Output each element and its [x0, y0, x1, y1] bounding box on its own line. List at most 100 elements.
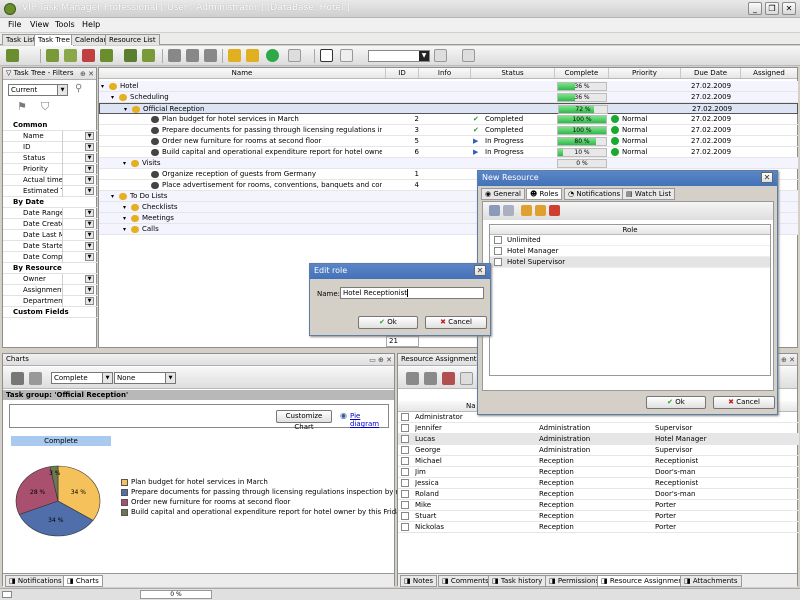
expand-toggle-icon[interactable]: ▾ [123, 213, 126, 224]
col-id[interactable]: ID [386, 68, 419, 78]
maximize-button[interactable]: ❐ [765, 2, 779, 15]
task-group-row[interactable]: ▾ Hotel 36 % 27.02.2009 [99, 81, 798, 92]
delete-task-icon[interactable] [82, 49, 95, 62]
filter-add-icon[interactable]: ⚑ [17, 100, 31, 114]
col-status[interactable]: Status [471, 68, 555, 78]
chevron-down-icon[interactable]: ▼ [85, 143, 94, 151]
tab-task-history[interactable]: ◨ Task history [488, 575, 547, 587]
resource-checkbox[interactable] [401, 523, 409, 531]
expand-toggle-icon[interactable]: ▾ [123, 202, 126, 213]
role-checkbox[interactable] [494, 236, 502, 244]
resource-checkbox[interactable] [401, 490, 409, 498]
delete-role-icon[interactable] [549, 205, 560, 216]
tab-task-tree[interactable]: Task Tree [34, 34, 74, 46]
edit-task-icon[interactable] [64, 49, 77, 62]
menu-view[interactable]: View [30, 20, 49, 29]
expand-toggle-icon[interactable]: ▾ [123, 158, 126, 169]
preview-icon[interactable] [29, 372, 42, 385]
col-complete[interactable]: Complete [555, 68, 609, 78]
resource-row[interactable]: Stuart Reception Porter [398, 511, 799, 522]
filter-field[interactable]: Name ▼ [3, 131, 99, 142]
resource-row[interactable]: Jennifer Administration Supervisor [398, 423, 799, 434]
options-icon[interactable] [462, 49, 475, 62]
filter-apply-icon[interactable]: ⛉ [41, 100, 55, 114]
add-role-icon[interactable] [521, 205, 532, 216]
export-icon[interactable] [434, 49, 447, 62]
close-icon[interactable]: ✕ [761, 172, 773, 183]
resource-row[interactable]: Jessica Reception Receptionist [398, 478, 799, 489]
fit-width-icon[interactable] [320, 49, 333, 62]
filter-field[interactable]: Date Compl ▼ [3, 252, 99, 263]
resource-checkbox[interactable] [401, 468, 409, 476]
tab-permissions[interactable]: ◨ Permissions [545, 575, 604, 587]
role-row[interactable]: Hotel Manager [490, 246, 770, 257]
collapse-icon[interactable] [246, 49, 259, 62]
filter-field[interactable]: Department ▼ [3, 296, 99, 307]
filter-field[interactable]: Priority ▼ [3, 164, 99, 175]
col-info[interactable]: Info [419, 68, 471, 78]
ok-button[interactable]: ✔ Ok [646, 396, 706, 409]
refresh-icon[interactable] [266, 49, 279, 62]
move-icon[interactable] [168, 49, 181, 62]
chevron-down-icon[interactable]: ▼ [85, 165, 94, 173]
move-down-icon[interactable] [204, 49, 217, 62]
filter-field[interactable]: Assignment ▼ [3, 285, 99, 296]
view-icon[interactable] [288, 49, 301, 62]
move-up-icon[interactable] [186, 49, 199, 62]
menu-help[interactable]: Help [82, 20, 100, 29]
resource-checkbox[interactable] [401, 413, 409, 421]
task-group-row[interactable]: ▾ Scheduling 36 % 27.02.2009 [99, 92, 798, 103]
close-button[interactable]: ✕ [782, 2, 796, 15]
menu-file[interactable]: File [8, 20, 21, 29]
resource-checkbox[interactable] [401, 435, 409, 443]
role-row[interactable]: Hotel Supervisor [490, 257, 770, 268]
tab-general[interactable]: ◉ General [481, 188, 525, 200]
col-priority[interactable]: Priority [609, 68, 681, 78]
chevron-down-icon[interactable]: ▼ [85, 220, 94, 228]
task-group-row[interactable]: ▾ Official Reception 72 % 27.02.2009 [99, 103, 798, 114]
none-select[interactable]: None ▼ [114, 372, 176, 384]
chevron-down-icon[interactable]: ▼ [85, 231, 94, 239]
task-row[interactable]: Plan budget for hotel services in March 2… [99, 114, 798, 125]
assign-icon[interactable] [406, 372, 419, 385]
chevron-down-icon[interactable]: ▼ [85, 275, 94, 283]
resource-checkbox[interactable] [401, 479, 409, 487]
filter-section[interactable]: By Resource [3, 263, 99, 274]
expand-toggle-icon[interactable]: ▾ [123, 224, 126, 235]
pin-close-icon[interactable]: ⊕ ✕ [80, 69, 94, 80]
chevron-down-icon[interactable]: ▼ [85, 187, 94, 195]
tab-notifications[interactable]: ◨ Notifications [5, 575, 66, 587]
resource-row[interactable]: Nickolas Reception Porter [398, 522, 799, 533]
expand-icon[interactable] [228, 49, 241, 62]
resource-checkbox[interactable] [401, 446, 409, 454]
col-role[interactable]: Role [490, 225, 770, 235]
cancel-button[interactable]: ✖ Cancel [425, 316, 487, 329]
menu-tools[interactable]: Tools [55, 20, 75, 29]
filter-section[interactable]: Custom Fields [3, 307, 99, 318]
chevron-down-icon[interactable]: ▼ [85, 154, 94, 162]
expand-toggle-icon[interactable]: ▾ [101, 81, 104, 92]
filter-section[interactable]: By Date [3, 197, 99, 208]
resource-checkbox[interactable] [401, 457, 409, 465]
pie-diagram-link[interactable]: Pie diagram [350, 412, 388, 428]
tab-comments[interactable]: ◨ Comments [438, 575, 493, 587]
tab-notes[interactable]: ◨ Notes [400, 575, 438, 587]
role-row[interactable]: Unlimited [490, 235, 770, 246]
grid-view-icon[interactable] [489, 205, 500, 216]
assign-group-icon[interactable] [424, 372, 437, 385]
resource-row[interactable]: Lucas Administration Hotel Manager [398, 434, 799, 445]
close-icon[interactable]: ✕ [474, 265, 486, 276]
minimize-button[interactable]: _ [748, 2, 762, 15]
tab-charts[interactable]: ◨ Charts [63, 575, 103, 587]
filter-field[interactable]: Status ▼ [3, 153, 99, 164]
print-icon[interactable] [11, 372, 24, 385]
task-row[interactable]: Prepare documents for passing through li… [99, 125, 798, 136]
filter-field[interactable]: Estimated Ti ▼ [3, 186, 99, 197]
edit-role-icon[interactable] [535, 205, 546, 216]
add-subtask-icon[interactable] [46, 49, 59, 62]
pin-close-icon[interactable]: ▭ ⊕ ✕ [369, 355, 392, 366]
task-group-row[interactable]: ▾ Visits 0 % [99, 158, 798, 169]
chevron-down-icon[interactable]: ▼ [85, 297, 94, 305]
list-view-icon[interactable] [503, 205, 514, 216]
ok-button[interactable]: ✔ Ok [358, 316, 418, 329]
